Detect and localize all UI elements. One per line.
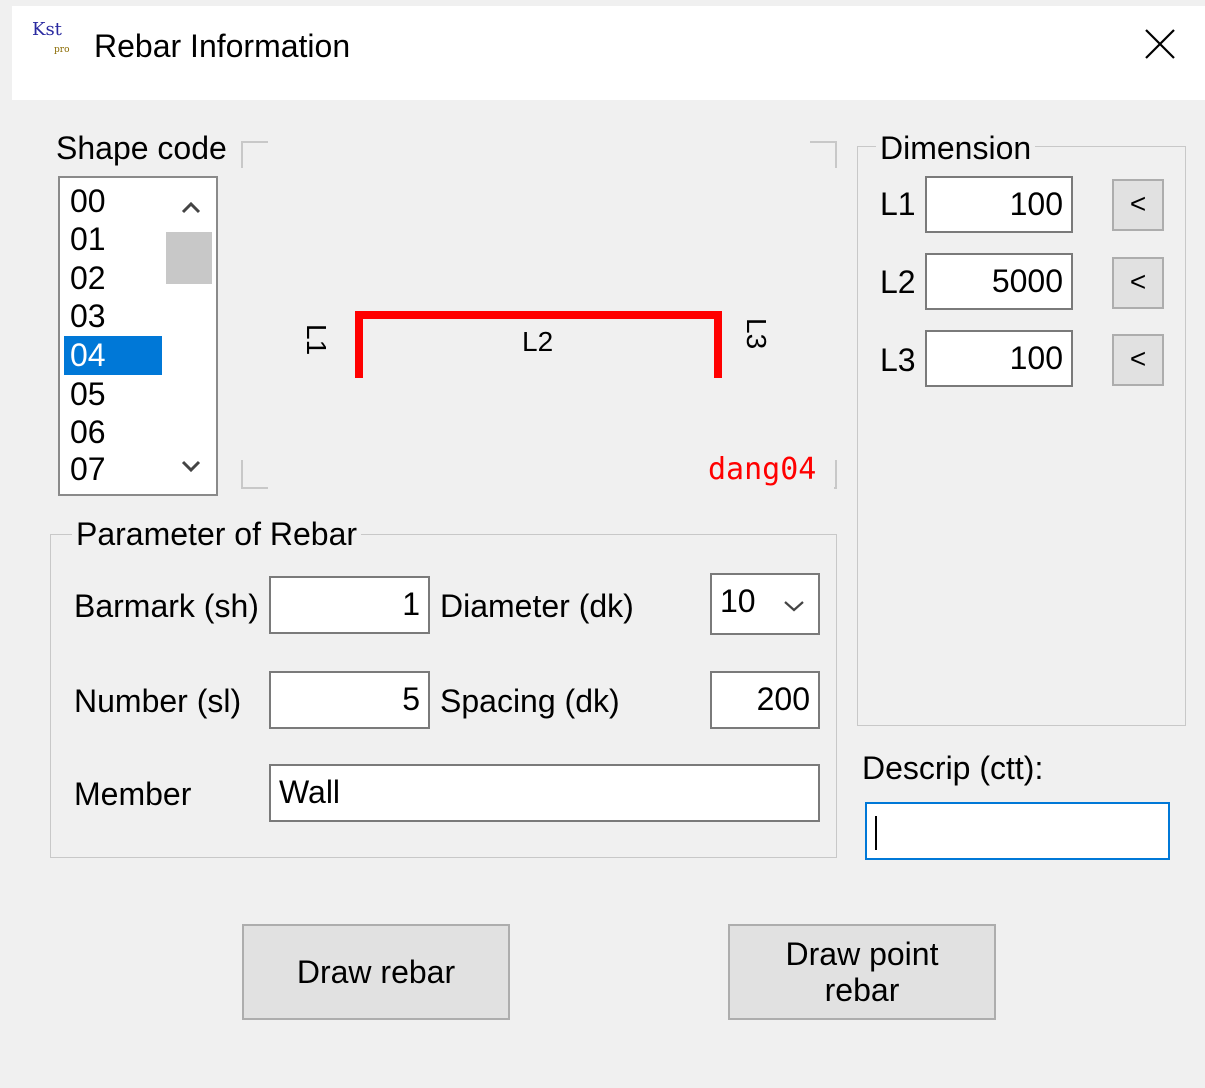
list-item[interactable]: 03 [64,297,162,336]
list-item[interactable]: 05 [64,375,162,414]
app-icon: Kst pro [32,19,80,62]
list-item-selected[interactable]: 04 [64,336,162,375]
chevron-up-icon[interactable] [176,192,206,222]
shape-code-listbox[interactable]: 00 01 02 03 04 05 06 07 [58,176,218,496]
dimension-group [857,146,1186,726]
barmark-label: Barmark (sh) [74,588,259,624]
barmark-input[interactable]: 1 [269,576,430,634]
close-icon [1145,29,1175,59]
app-icon-text: Kst [32,19,62,40]
list-item[interactable]: 02 [64,259,162,298]
list-item[interactable]: 01 [64,220,162,259]
shape-code-label: Shape code [56,130,227,166]
window-title: Rebar Information [94,28,351,64]
diameter-select[interactable]: 10 [710,573,820,635]
preview-l1-label: L1 [301,324,332,356]
scrollbar-thumb[interactable] [166,232,212,284]
spacing-label: Spacing (dk) [440,683,620,719]
number-label: Number (sl) [74,683,242,719]
dimension-l3-input[interactable]: 100 [925,330,1073,387]
member-label: Member [74,776,192,812]
parameter-group-label: Parameter of Rebar [72,516,362,553]
preview-l2-label: L2 [522,326,554,357]
dimension-l1-input[interactable]: 100 [925,176,1073,233]
pick-l2-button[interactable]: < [1112,257,1164,309]
chevron-down-icon[interactable] [176,452,206,482]
pick-l3-button[interactable]: < [1112,334,1164,386]
draw-rebar-button[interactable]: Draw rebar [242,924,510,1020]
chevron-down-icon [784,601,804,612]
dimension-l2-label: L2 [880,264,916,300]
pick-l1-button[interactable]: < [1112,179,1164,231]
description-input[interactable] [865,802,1170,860]
draw-point-rebar-label-line1: Draw point [785,936,939,972]
list-item[interactable]: 06 [64,413,162,452]
close-button[interactable] [1130,14,1190,74]
draw-rebar-label: Draw rebar [296,954,456,990]
text-cursor [875,816,877,850]
dimension-label: Dimension [876,130,1036,167]
dimension-l2-input[interactable]: 5000 [925,253,1073,310]
diameter-label: Diameter (dk) [440,588,634,624]
listbox-scrollbar[interactable] [166,178,216,494]
preview-l3-label: L3 [741,318,772,350]
member-input[interactable]: Wall [269,764,820,822]
shape-name-label: dang04 [708,452,817,487]
list-item[interactable]: 00 [64,182,162,221]
draw-point-rebar-button[interactable]: Draw point rebar [728,924,996,1020]
number-input[interactable]: 5 [269,671,430,729]
description-label: Descrip (ctt): [862,750,1044,786]
list-item[interactable]: 07 [64,450,162,489]
spacing-input[interactable]: 200 [710,671,820,729]
diameter-value: 10 [720,583,756,619]
dimension-l3-label: L3 [880,342,916,378]
draw-point-rebar-label-line2: rebar [824,972,900,1008]
dimension-l1-label: L1 [880,186,916,222]
app-icon-subtext: pro [54,45,70,55]
